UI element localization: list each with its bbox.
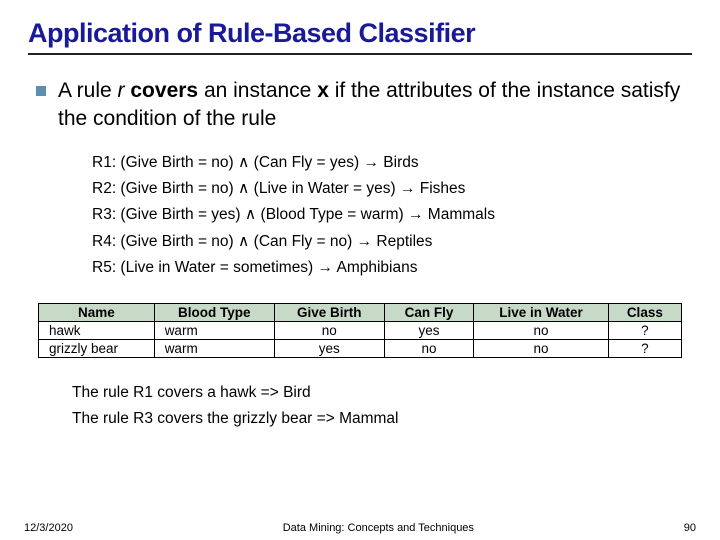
cell-water: no (474, 340, 608, 358)
main-bullet: A rule r covers an instance x if the att… (28, 77, 692, 134)
col-birth: Give Birth (274, 304, 384, 322)
conclusions-block: The rule R1 covers a hawk => Bird The ru… (72, 380, 692, 431)
rule-line: R4: (Give Birth = no) ∧ (Can Fly = no) →… (92, 229, 692, 255)
rule-line: R1: (Give Birth = no) ∧ (Can Fly = yes) … (92, 150, 692, 176)
cell-birth: no (274, 322, 384, 340)
title-underline (28, 53, 692, 55)
col-fly: Can Fly (384, 304, 474, 322)
cell-class: ? (608, 340, 681, 358)
cell-blood: warm (154, 322, 274, 340)
bullet-mid: an instance (198, 79, 317, 102)
bullet-pre: A rule (58, 79, 118, 102)
bullet-covers: covers (125, 79, 199, 102)
cell-blood: warm (154, 340, 274, 358)
rule-line: R5: (Live in Water = sometimes) → Amphib… (92, 255, 692, 281)
col-class: Class (608, 304, 681, 322)
footer-source: Data Mining: Concepts and Techniques (73, 522, 684, 534)
data-table: Name Blood Type Give Birth Can Fly Live … (38, 303, 682, 358)
rule-line: R2: (Give Birth = no) ∧ (Live in Water =… (92, 176, 692, 202)
col-name: Name (39, 304, 155, 322)
cell-fly: yes (384, 322, 474, 340)
bullet-x: x (317, 79, 329, 102)
rule-line: R3: (Give Birth = yes) ∧ (Blood Type = w… (92, 202, 692, 228)
conclusion-line: The rule R1 covers a hawk => Bird (72, 380, 692, 406)
footer: 12/3/2020 Data Mining: Concepts and Tech… (0, 522, 720, 534)
bullet-r: r (118, 79, 125, 102)
cell-water: no (474, 322, 608, 340)
cell-fly: no (384, 340, 474, 358)
col-water: Live in Water (474, 304, 608, 322)
conclusion-line: The rule R3 covers the grizzly bear => M… (72, 406, 692, 432)
table-row: hawk warm no yes no ? (39, 322, 682, 340)
slide-title: Application of Rule-Based Classifier (28, 18, 692, 49)
cell-birth: yes (274, 340, 384, 358)
cell-name: hawk (39, 322, 155, 340)
square-bullet-icon (36, 86, 46, 96)
cell-name: grizzly bear (39, 340, 155, 358)
cell-class: ? (608, 322, 681, 340)
footer-page: 90 (684, 522, 696, 534)
bullet-text: A rule r covers an instance x if the att… (58, 77, 692, 134)
table-header-row: Name Blood Type Give Birth Can Fly Live … (39, 304, 682, 322)
footer-date: 12/3/2020 (24, 522, 73, 534)
data-table-wrap: Name Blood Type Give Birth Can Fly Live … (38, 303, 682, 358)
rules-block: R1: (Give Birth = no) ∧ (Can Fly = yes) … (92, 150, 692, 282)
table-row: grizzly bear warm yes no no ? (39, 340, 682, 358)
col-blood: Blood Type (154, 304, 274, 322)
